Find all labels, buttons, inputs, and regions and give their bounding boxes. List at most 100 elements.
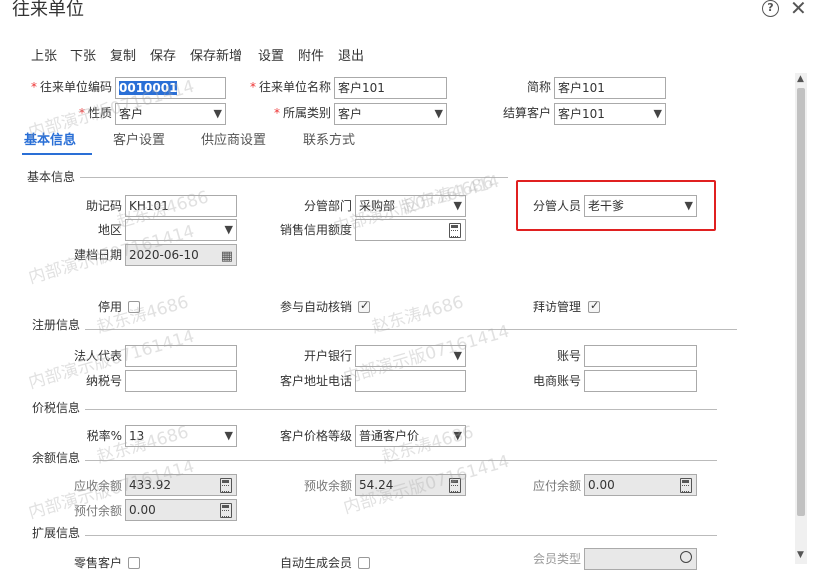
divider: [85, 329, 737, 330]
retail-checkbox[interactable]: [128, 557, 140, 569]
credit-label: 销售信用额度: [279, 223, 352, 237]
calculator-icon[interactable]: [449, 478, 461, 493]
auto-member-checkbox[interactable]: [358, 557, 370, 569]
level-select[interactable]: 普通客户价 ▼: [355, 425, 466, 447]
disabled-checkbox[interactable]: [128, 301, 140, 313]
exit-button[interactable]: 退出: [338, 49, 364, 65]
category-label: * 所属类别: [273, 106, 331, 120]
chevron-down-icon: ▼: [453, 349, 462, 362]
divider: [85, 409, 717, 410]
calendar-icon[interactable]: ▦: [221, 247, 233, 265]
chevron-down-icon: ▼: [213, 107, 222, 120]
scrollbar-thumb[interactable]: [797, 88, 805, 516]
auto-verify-label: 参与自动核销: [279, 300, 352, 314]
disabled-label: 停用: [97, 300, 122, 314]
level-label: 客户价格等级: [279, 429, 352, 443]
calculator-icon[interactable]: [220, 503, 232, 518]
next-button[interactable]: 下张: [70, 49, 96, 65]
tab-supplier-settings[interactable]: 供应商设置: [201, 133, 266, 149]
person-select[interactable]: 老干爹 ▼: [584, 195, 697, 217]
chevron-down-icon: ▼: [434, 107, 443, 120]
short-label: 简称: [526, 80, 551, 94]
section-register: 注册信息: [32, 318, 81, 332]
settings-button[interactable]: 设置: [258, 49, 284, 65]
adv-recv-label: 预收余额: [303, 479, 352, 493]
auto-member-label: 自动生成会员: [279, 556, 352, 570]
auto-verify-checkbox[interactable]: [358, 299, 370, 313]
code-label: * 往来单位编码: [30, 80, 112, 94]
ar-label: 应收余额: [73, 479, 122, 493]
ap-input[interactable]: 0.00: [584, 474, 697, 496]
window-title: 往来单位: [12, 0, 84, 20]
dept-label: 分管部门: [303, 199, 352, 213]
scroll-up-icon[interactable]: ▲: [797, 74, 804, 84]
short-input[interactable]: 客户101: [554, 77, 666, 99]
divider: [80, 177, 508, 178]
chevron-down-icon: ▼: [224, 429, 233, 442]
calculator-icon[interactable]: [220, 478, 232, 493]
calculator-icon[interactable]: [680, 478, 692, 493]
nature-select[interactable]: 客户 ▼: [115, 103, 226, 125]
region-select[interactable]: ▼: [125, 219, 237, 241]
divider: [85, 460, 717, 461]
settle-select[interactable]: 客户101 ▼: [554, 103, 666, 125]
mnemonic-input[interactable]: KH101: [125, 195, 237, 217]
category-select[interactable]: 客户 ▼: [334, 103, 447, 125]
legal-input[interactable]: [125, 345, 237, 367]
bank-label: 开户银行: [303, 349, 352, 363]
attachment-button[interactable]: 附件: [298, 49, 324, 65]
save-new-button[interactable]: 保存新增: [190, 49, 242, 65]
account-input[interactable]: [584, 345, 697, 367]
taxrate-select[interactable]: 13 ▼: [125, 425, 237, 447]
watermark: 赵东涛4686: [369, 292, 466, 338]
visit-checkbox[interactable]: [588, 299, 600, 313]
divider: [85, 535, 717, 536]
search-icon[interactable]: [680, 551, 692, 563]
nature-label: * 性质: [78, 106, 112, 120]
chevron-down-icon: ▼: [453, 429, 462, 442]
addr-input[interactable]: [355, 370, 466, 392]
chevron-down-icon: ▼: [653, 107, 662, 120]
legal-label: 法人代表: [73, 349, 122, 363]
ecom-input[interactable]: [584, 370, 697, 392]
tab-customer-settings[interactable]: 客户设置: [113, 133, 165, 149]
chevron-down-icon: ▼: [453, 199, 462, 212]
ar-input[interactable]: 433.92: [125, 474, 237, 496]
account-label: 账号: [556, 349, 581, 363]
tab-basic-info[interactable]: 基本信息: [24, 133, 76, 149]
help-icon[interactable]: ?: [762, 0, 779, 17]
dept-select[interactable]: 采购部 ▼: [355, 195, 466, 217]
calculator-icon[interactable]: [449, 223, 461, 238]
bank-select[interactable]: ▼: [355, 345, 466, 367]
credit-input[interactable]: [355, 219, 466, 241]
date-input[interactable]: 2020-06-10 ▦: [125, 244, 237, 266]
scroll-down-icon[interactable]: ▼: [797, 550, 804, 560]
date-label: 建档日期: [73, 248, 122, 262]
save-button[interactable]: 保存: [150, 49, 176, 65]
close-icon[interactable]: ✕: [790, 0, 807, 18]
prev-button[interactable]: 上张: [31, 49, 57, 65]
section-price: 价税信息: [32, 401, 81, 415]
name-input[interactable]: 客户101: [334, 77, 447, 99]
adv-recv-input[interactable]: 54.24: [355, 474, 466, 496]
member-type-input[interactable]: [584, 548, 697, 570]
copy-button[interactable]: 复制: [110, 49, 136, 65]
section-ext: 扩展信息: [32, 526, 81, 540]
taxrate-label: 税率%: [86, 429, 122, 443]
active-tab-indicator: [22, 153, 92, 155]
visit-label: 拜访管理: [532, 300, 581, 314]
tab-contact[interactable]: 联系方式: [303, 133, 355, 149]
name-label: * 往来单位名称: [249, 80, 331, 94]
settle-label: 结算客户: [502, 106, 551, 120]
section-basic: 基本信息: [27, 170, 76, 184]
retail-label: 零售客户: [73, 556, 122, 570]
region-label: 地区: [97, 223, 122, 237]
prepay-input[interactable]: 0.00: [125, 499, 237, 521]
chevron-down-icon: ▼: [684, 199, 693, 212]
mnemonic-label: 助记码: [85, 199, 122, 213]
ap-label: 应付余额: [532, 479, 581, 493]
tax-input[interactable]: [125, 370, 237, 392]
addr-label: 客户地址电话: [279, 374, 352, 388]
code-input[interactable]: 0010001: [115, 77, 226, 99]
ecom-label: 电商账号: [532, 374, 581, 388]
